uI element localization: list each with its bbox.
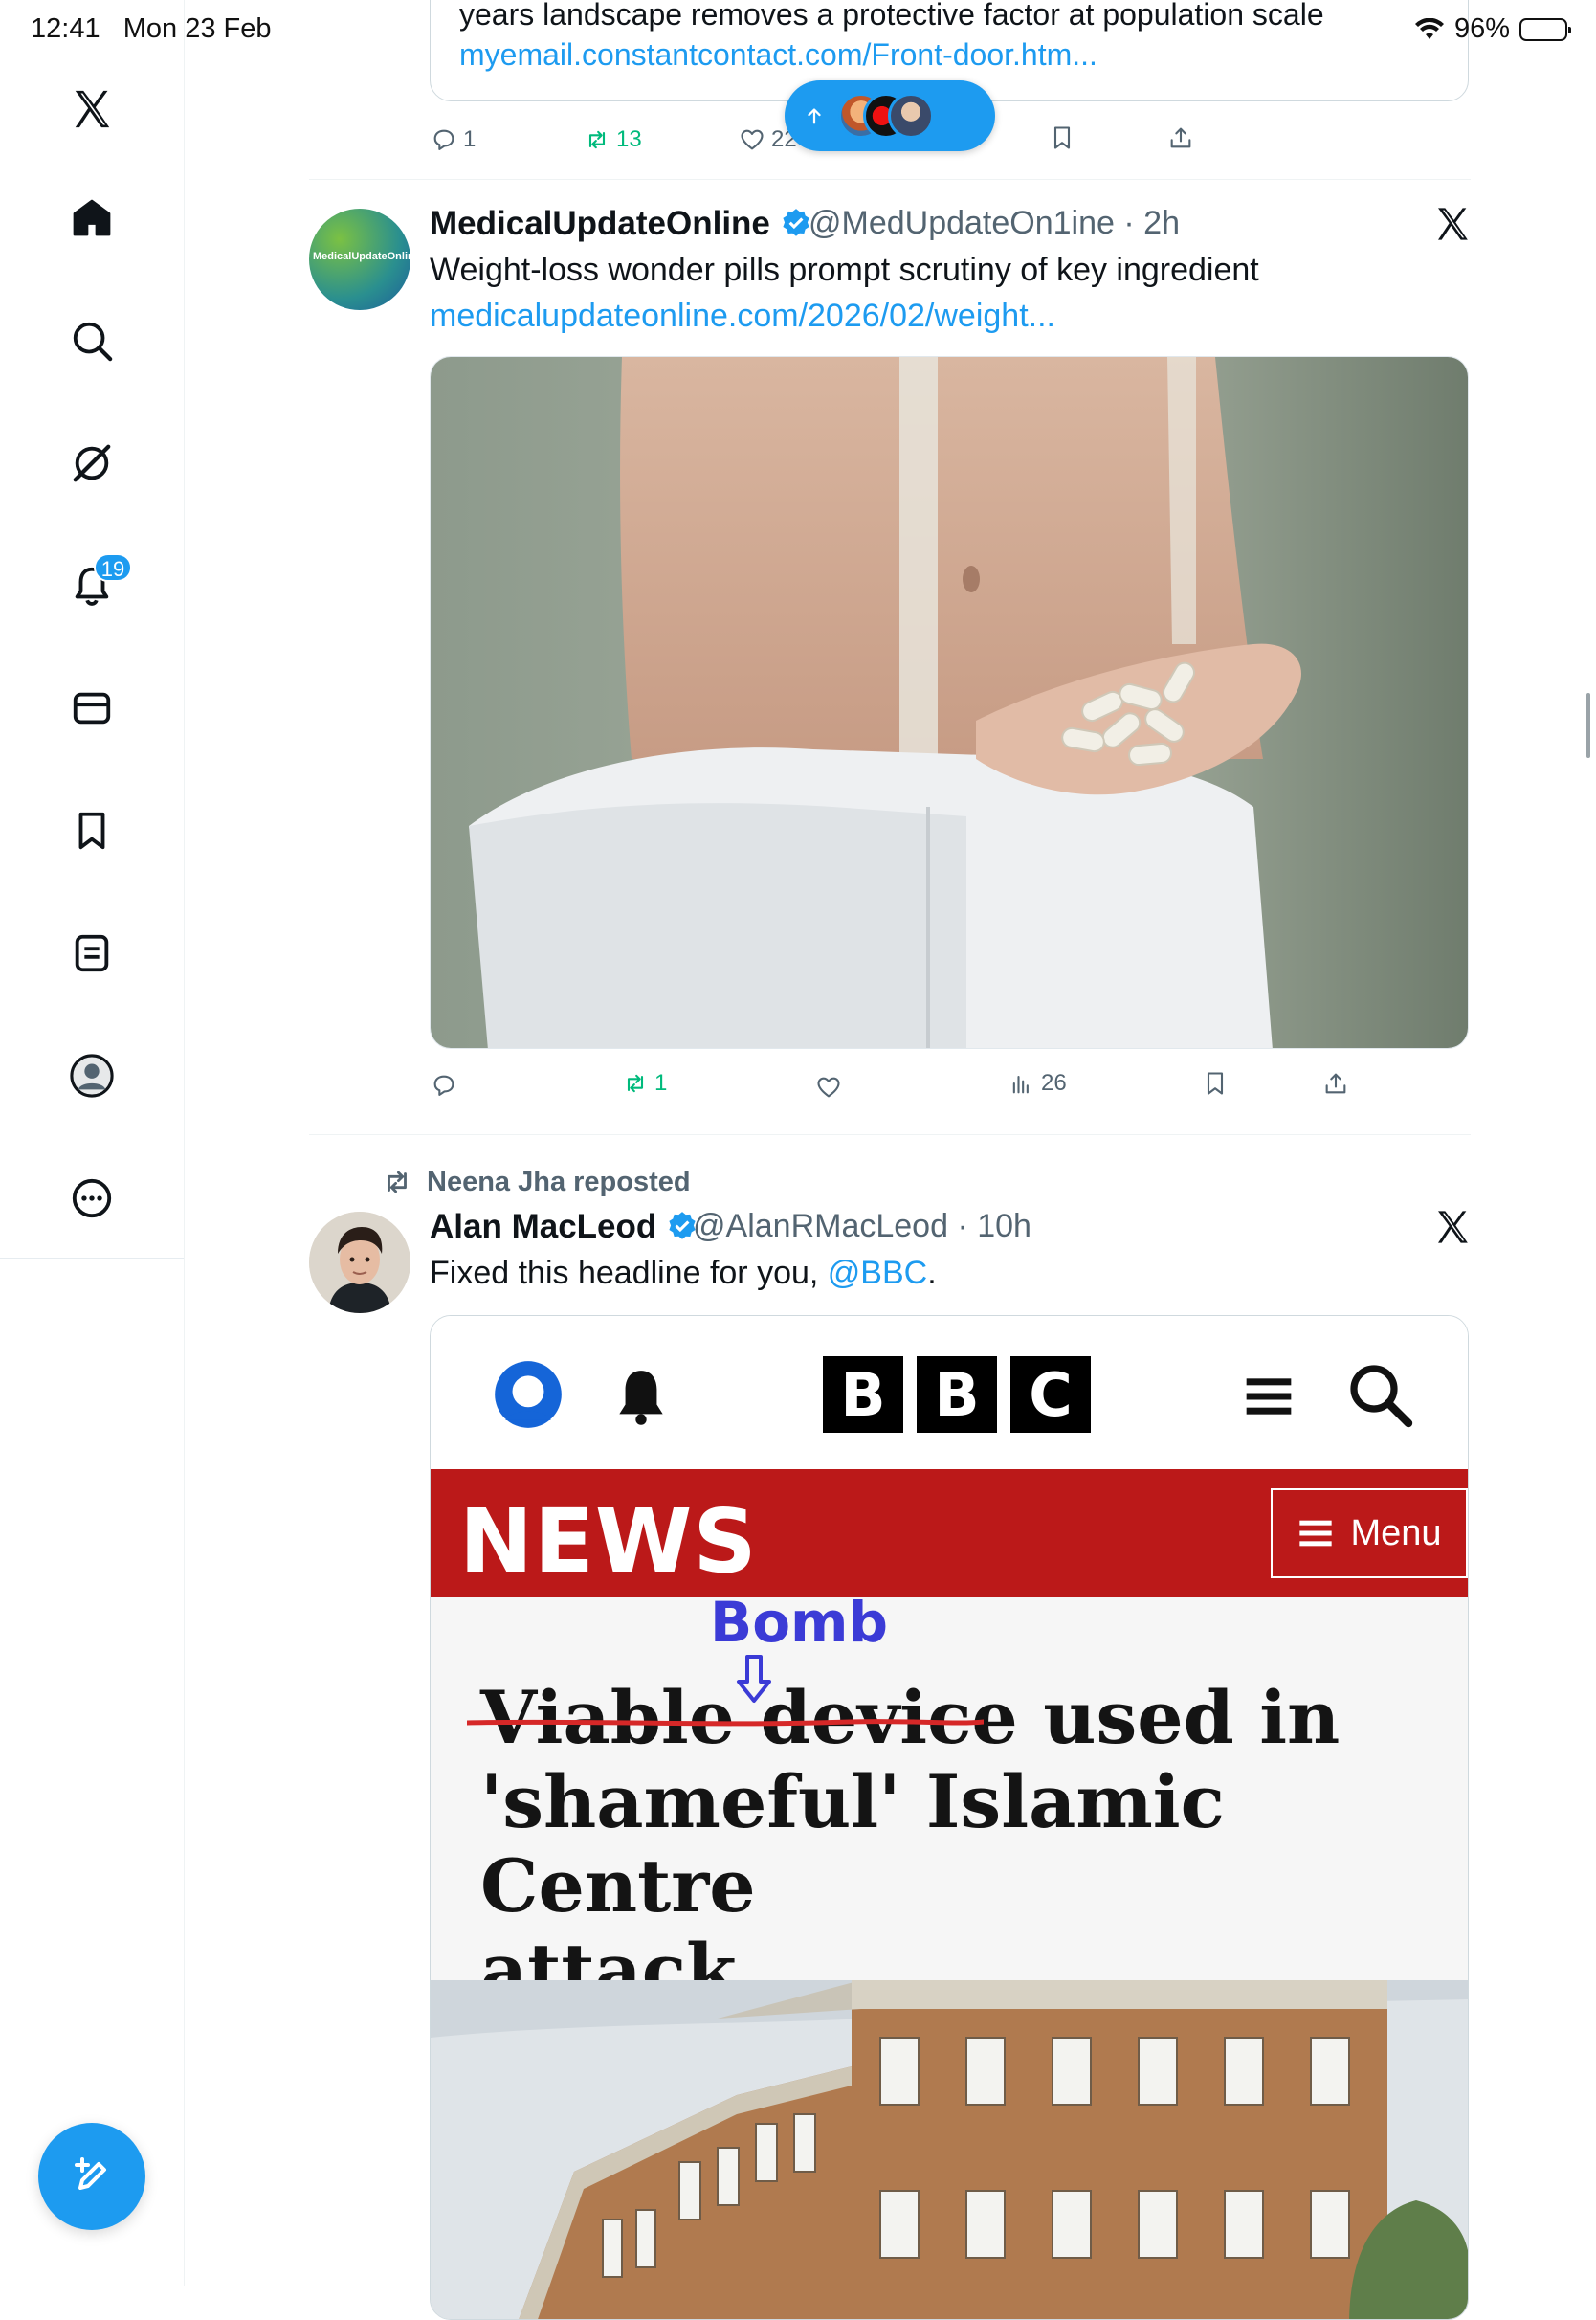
weight-loss-photo [431,357,1468,1048]
sidebar-separator [0,1258,184,1259]
repost-context[interactable]: Neena Jha reposted [381,1166,691,1198]
share-button[interactable] [1167,124,1194,151]
heart-icon [817,1077,840,1098]
repost-icon [588,130,606,149]
share-icon [1325,1073,1346,1094]
grok-icon[interactable] [54,425,130,502]
bookmark-button[interactable] [1049,124,1075,151]
reply-button[interactable] [431,1072,457,1099]
post-divider [309,179,1471,180]
profile-icon[interactable] [54,1037,130,1114]
sidebar: 19 [0,0,185,2286]
post-text: Fixed this headline for you, @BBC. [430,1255,937,1291]
avatar[interactable]: MedicalUpdateOnline [309,209,410,310]
post-image[interactable] [430,356,1469,1049]
bookmark-icon [1053,126,1071,149]
annotation-text: Bomb [710,1590,889,1655]
x-logo-icon [1438,208,1468,240]
status-right: 96% [1414,13,1571,45]
avatar-photo [309,1212,410,1313]
post-link[interactable]: medicalupdateonline.com/2026/02/weight..… [430,298,1055,335]
repost-count: 13 [616,126,642,152]
arrow-up-icon [808,108,821,124]
battery-percent: 96% [1453,13,1510,44]
repost-icon [627,1074,644,1093]
building-photo [431,1980,1468,2319]
search-icon[interactable] [54,302,130,379]
wifi-icon [1414,17,1444,39]
list-icon[interactable] [54,915,130,992]
bookmark-icon[interactable] [54,792,130,869]
post-time: 10h [977,1208,1031,1244]
post-image[interactable]: B B C NEWS Menu Bomb Viable device used … [430,1315,1469,2320]
analytics-icon [1012,1075,1029,1094]
pill-avatar [888,93,934,139]
avatar[interactable] [309,1212,410,1313]
author-name[interactable]: MedicalUpdateOnline [430,205,812,243]
compose-button[interactable] [38,2123,145,2230]
share-button[interactable] [1322,1070,1349,1097]
hamburger-icon [1299,1520,1333,1547]
bbc-news-bar: NEWS Menu [431,1469,1468,1597]
envelope-icon[interactable] [54,670,130,747]
notification-badge: 19 [94,553,132,582]
verified-icon [783,209,809,236]
news-label: NEWS [459,1490,758,1593]
author-handle[interactable]: @AlanRMacLeod · 10h [693,1208,1031,1245]
bell-icon [619,1371,663,1425]
reply-icon [433,129,454,150]
status-bar: 12:41 Mon 23 Feb 96% [0,0,1596,61]
scroll-indicator[interactable] [1586,693,1590,758]
compose-icon [75,2157,106,2190]
x-logo-icon[interactable] [54,71,130,147]
reply-button[interactable]: 1 [431,126,476,153]
account-icon [495,1361,562,1428]
post-text: Weight-loss wonder pills prompt scrutiny… [430,252,1259,288]
bbc-menu: Menu [1271,1488,1468,1578]
views-button[interactable]: 26 [1009,1070,1067,1097]
author-handle[interactable]: @MedUpdateOn1ine · 2h [809,205,1180,242]
like-button[interactable] [815,1074,842,1101]
bbc-header: B B C [431,1316,1468,1469]
share-icon [1170,127,1191,148]
home-icon[interactable] [54,180,130,257]
reply-count: 1 [463,126,477,152]
post-time: 2h [1143,205,1180,241]
headline: Viable device used in 'shameful' Islamic… [467,1675,1437,2013]
reply-icon [433,1075,454,1096]
battery-icon [1519,17,1571,41]
hamburger-icon [1246,1378,1292,1415]
search-icon [1350,1365,1413,1428]
struck-words: Viable device [467,1675,1018,1760]
author-name[interactable]: Alan MacLeod [430,1208,698,1246]
repost-count: 1 [654,1070,668,1096]
repost-button[interactable]: 1 [622,1070,667,1097]
more-icon[interactable] [54,1160,130,1237]
new-posts-pill[interactable] [785,80,995,151]
heart-icon [741,129,764,150]
bell-icon[interactable]: 19 [54,547,132,624]
bbc-logo: B B C [823,1356,1091,1433]
bookmark-button[interactable] [1202,1070,1229,1097]
strikethrough-line [467,1719,984,1727]
views-count: 26 [1041,1070,1067,1096]
x-logo-icon [1438,1211,1468,1243]
bookmark-icon [1207,1072,1224,1095]
mention-link[interactable]: @BBC [828,1255,927,1291]
avatar-text: MedicalUpdateOnline [313,251,410,262]
post-divider [309,1134,1471,1135]
bbc-headline-area: Bomb Viable device used in 'shameful' Is… [431,1590,1468,2013]
status-time: 12:41 Mon 23 Feb [31,13,272,44]
repost-icon [388,1171,407,1193]
repost-button[interactable]: 13 [584,126,642,153]
